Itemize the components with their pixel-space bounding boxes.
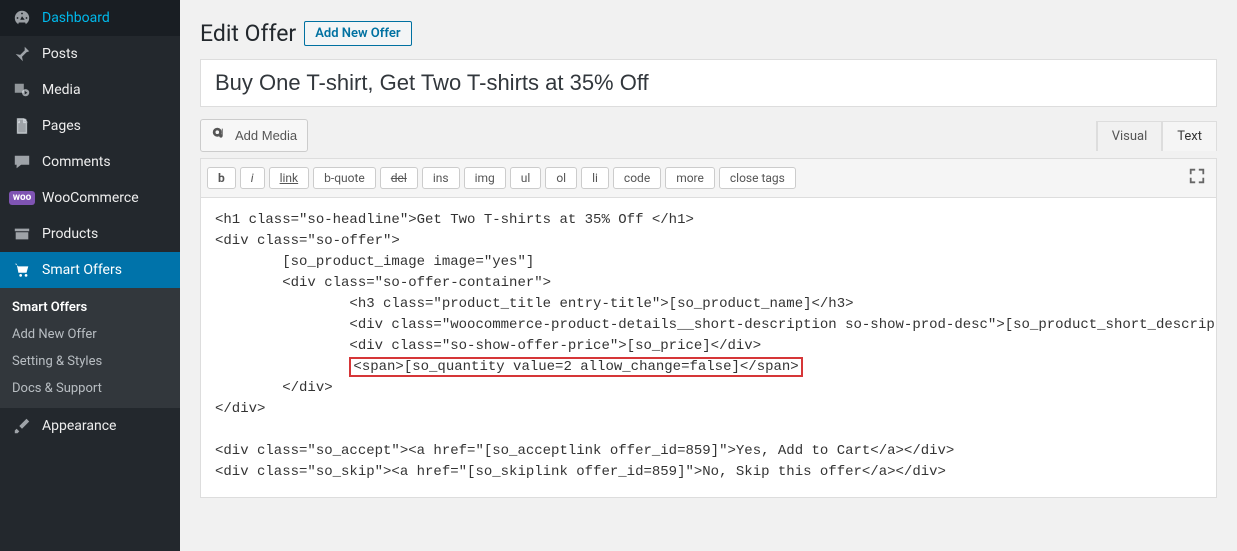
sidebar-item-appearance[interactable]: Appearance [0, 408, 180, 444]
sidebar-item-label: Products [42, 226, 98, 242]
sidebar-item-smart-offers[interactable]: Smart Offers [0, 252, 180, 288]
fullscreen-toggle-icon[interactable] [1184, 165, 1210, 191]
admin-sidebar: Dashboard Posts Media Pages Comments [0, 0, 180, 551]
qt-del-button[interactable]: del [380, 167, 418, 189]
editor-tabs: Visual Text [1096, 121, 1217, 151]
qt-ul-button[interactable]: ul [510, 167, 542, 189]
add-media-label: Add Media [235, 128, 297, 143]
add-media-button[interactable]: Add Media [200, 119, 308, 152]
sidebar-item-products[interactable]: Products [0, 216, 180, 252]
sidebar-item-comments[interactable]: Comments [0, 144, 180, 180]
sidebar-item-label: Smart Offers [42, 262, 122, 278]
qt-code-button[interactable]: code [613, 167, 661, 189]
add-new-offer-button[interactable]: Add New Offer [304, 21, 411, 46]
woocommerce-icon: woo [12, 188, 32, 208]
qt-more-button[interactable]: more [665, 167, 715, 189]
tab-text[interactable]: Text [1162, 122, 1216, 151]
sidebar-submenu: Smart Offers Add New Offer Setting & Sty… [0, 288, 180, 408]
page-title: Edit Offer [200, 20, 296, 47]
brush-icon [12, 416, 32, 436]
submenu-item-smart-offers[interactable]: Smart Offers [0, 294, 180, 321]
pages-icon [12, 116, 32, 136]
page-heading-row: Edit Offer Add New Offer [200, 0, 1217, 47]
highlighted-shortcode: <span>[so_quantity value=2 allow_change=… [349, 357, 802, 377]
submenu-item-docs-support[interactable]: Docs & Support [0, 375, 180, 402]
comment-icon [12, 152, 32, 172]
qt-img-button[interactable]: img [464, 167, 506, 189]
sidebar-item-label: Posts [42, 46, 78, 62]
sidebar-item-label: Appearance [42, 418, 116, 434]
archive-icon [12, 224, 32, 244]
sidebar-item-label: Comments [42, 154, 111, 170]
submenu-item-add-new-offer[interactable]: Add New Offer [0, 321, 180, 348]
cart-icon [12, 260, 32, 280]
sidebar-item-label: WooCommerce [42, 190, 139, 206]
offer-title-input[interactable] [200, 59, 1217, 107]
pin-icon [12, 44, 32, 64]
qt-bquote-button[interactable]: b-quote [313, 167, 376, 189]
content-editor-textarea[interactable]: <h1 class="so-headline">Get Two T-shirts… [200, 198, 1217, 498]
submenu-item-setting-styles[interactable]: Setting & Styles [0, 348, 180, 375]
qt-italic-button[interactable]: i [240, 167, 265, 189]
qt-close-tags-button[interactable]: close tags [719, 167, 796, 189]
qt-link-button[interactable]: link [269, 167, 310, 189]
qt-ol-button[interactable]: ol [545, 167, 577, 189]
sidebar-item-posts[interactable]: Posts [0, 36, 180, 72]
gauge-icon [12, 8, 32, 28]
sidebar-item-woocommerce[interactable]: woo WooCommerce [0, 180, 180, 216]
sidebar-item-label: Media [42, 82, 81, 98]
quicktags-toolbar: b i link b-quote del ins img ul ol li co… [200, 158, 1217, 198]
qt-bold-button[interactable]: b [207, 167, 236, 189]
sidebar-item-dashboard[interactable]: Dashboard [0, 0, 180, 36]
qt-ins-button[interactable]: ins [422, 167, 460, 189]
tab-visual[interactable]: Visual [1097, 122, 1163, 151]
sidebar-item-label: Pages [42, 118, 81, 134]
media-icon [12, 80, 32, 100]
sidebar-item-media[interactable]: Media [0, 72, 180, 108]
qt-li-button[interactable]: li [581, 167, 609, 189]
main-content: Edit Offer Add New Offer Add Media Visua… [180, 0, 1237, 551]
sidebar-item-pages[interactable]: Pages [0, 108, 180, 144]
camera-music-icon [211, 125, 229, 146]
sidebar-item-label: Dashboard [42, 10, 110, 26]
